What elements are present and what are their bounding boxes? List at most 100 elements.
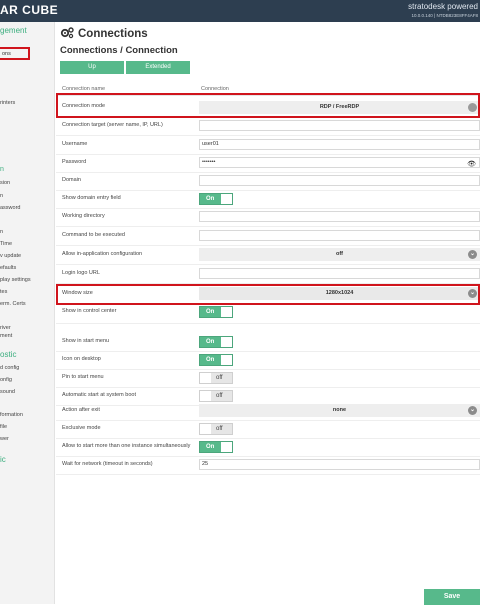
- toggle-state: On: [206, 357, 215, 363]
- inapp-config-label: Allow in-application configuration: [62, 251, 143, 257]
- eye-icon[interactable]: 👁: [467, 160, 476, 169]
- after-exit-label: Action after exit: [62, 407, 100, 413]
- control-center-toggle[interactable]: On: [199, 306, 233, 318]
- autostart-toggle[interactable]: off: [199, 390, 233, 402]
- sidebar-item-certs[interactable]: erm. Certs: [0, 301, 26, 307]
- working-directory-input[interactable]: [199, 211, 480, 222]
- chevron-down-icon: ⌄: [468, 406, 477, 415]
- domain-label: Domain: [62, 177, 81, 183]
- pin-start-toggle[interactable]: off: [199, 372, 233, 384]
- row-control-center: Show in control center On: [56, 303, 480, 324]
- sidebar-item-update[interactable]: v update: [0, 253, 21, 259]
- toggle-state: off: [216, 375, 223, 381]
- toggle-knob: [200, 373, 211, 383]
- sidebar-heading-misc: ic: [0, 455, 6, 464]
- page-title: Connections: [60, 27, 148, 42]
- gears-icon: [60, 27, 74, 42]
- toggle-state: On: [206, 196, 215, 202]
- show-domain-label: Show domain entry field: [62, 195, 121, 201]
- highlight-connection-mode: [56, 93, 480, 118]
- col-value-header: Connection: [201, 86, 229, 92]
- sidebar-item-n2[interactable]: n: [0, 229, 3, 235]
- toggle-state: On: [206, 339, 215, 345]
- sidebar-item-session[interactable]: sion: [0, 180, 10, 186]
- row-desktop-icon: Icon on desktop On: [56, 351, 480, 370]
- version-text: 10.0.0.140 | NTDB823E8FF4AF8: [411, 13, 478, 18]
- command-input[interactable]: [199, 230, 480, 241]
- sidebar-item-ment[interactable]: ment: [0, 333, 12, 339]
- password-label: Password: [62, 159, 87, 165]
- sidebar-item-power[interactable]: wer: [0, 436, 9, 442]
- sidebar-item-tes[interactable]: tes: [0, 289, 7, 295]
- page-title-text: Connections: [78, 28, 148, 40]
- sidebar-item-time[interactable]: Time: [0, 241, 12, 247]
- row-after-exit: Action after exit none ⌄: [56, 402, 480, 421]
- up-button[interactable]: Up: [60, 61, 124, 74]
- row-command: Command to be executed: [56, 227, 480, 246]
- after-exit-select[interactable]: none ⌄: [199, 404, 480, 417]
- toggle-knob: [221, 194, 232, 204]
- username-input[interactable]: user01: [199, 139, 480, 150]
- sidebar-item-n[interactable]: n: [0, 193, 3, 199]
- after-exit-value: none: [332, 407, 347, 413]
- exclusive-toggle[interactable]: off: [199, 423, 233, 435]
- autostart-label: Automatic start at system boot: [62, 392, 136, 398]
- sidebar-item-information[interactable]: formation: [0, 412, 23, 418]
- top-bar: AR CUBE stratodesk powered 10.0.0.140 | …: [0, 0, 480, 22]
- desktop-icon-toggle[interactable]: On: [199, 354, 233, 366]
- sidebar-heading-system: n: [0, 166, 4, 173]
- sidebar-item-password[interactable]: assword: [0, 205, 20, 211]
- connection-target-input[interactable]: [199, 120, 480, 131]
- row-username: Username user01: [56, 136, 480, 155]
- sidebar-item-display-settings[interactable]: play settings: [0, 277, 31, 283]
- toggle-knob: [221, 355, 232, 365]
- row-wait-network: Wait for network (timeout in seconds) 25: [56, 456, 480, 475]
- row-working-directory: Working directory: [56, 208, 480, 227]
- sidebar-item-config[interactable]: onfig: [0, 377, 12, 383]
- start-menu-toggle[interactable]: On: [199, 336, 233, 348]
- connection-target-label: Connection target (server name, IP, URL): [62, 122, 163, 128]
- multi-instance-toggle[interactable]: On: [199, 441, 233, 453]
- sidebar-item-defaults[interactable]: efaults: [0, 265, 16, 271]
- password-input[interactable]: ••••••• 👁: [199, 157, 480, 168]
- sidebar-heading-management: gement: [0, 26, 27, 35]
- save-button[interactable]: Save: [424, 589, 480, 605]
- sidebar-item-d-config[interactable]: d config: [0, 365, 19, 371]
- start-menu-label: Show in start menu: [62, 338, 110, 344]
- sidebar-item-connections[interactable]: ons: [0, 47, 30, 60]
- highlight-window-size: [56, 284, 480, 305]
- row-pin-start: Pin to start menu off: [56, 369, 480, 388]
- sidebar-item-file[interactable]: file: [0, 424, 7, 430]
- toggle-state: On: [206, 444, 215, 450]
- toggle-state: off: [216, 426, 223, 432]
- domain-input[interactable]: [199, 175, 480, 186]
- extended-button[interactable]: Extended: [126, 61, 190, 74]
- row-password: Password ••••••• 👁: [56, 154, 480, 173]
- logo-url-label: Login logo URL: [62, 270, 100, 276]
- sidebar-item-printers[interactable]: rinters: [0, 100, 15, 106]
- brand-logo: AR CUBE: [0, 3, 59, 17]
- desktop-icon-label: Icon on desktop: [62, 356, 101, 362]
- powered-text: stratodesk powered: [408, 2, 478, 11]
- exclusive-label: Exclusive mode: [62, 425, 101, 431]
- row-domain: Domain: [56, 172, 480, 191]
- username-label: Username: [62, 141, 88, 147]
- sidebar-item-sound[interactable]: sound: [0, 389, 15, 395]
- row-exclusive: Exclusive mode off: [56, 420, 480, 439]
- sidebar-item-driver[interactable]: river: [0, 325, 11, 331]
- row-multi-instance: Allow to start more than one instance si…: [56, 438, 480, 457]
- show-domain-toggle[interactable]: On: [199, 193, 233, 205]
- logo-url-input[interactable]: [199, 268, 480, 279]
- toggle-state: off: [216, 393, 223, 399]
- wait-network-input[interactable]: 25: [199, 459, 480, 470]
- working-directory-label: Working directory: [62, 213, 105, 219]
- pin-start-label: Pin to start menu: [62, 374, 104, 380]
- col-name-header: Connection name: [62, 86, 106, 92]
- inapp-config-select[interactable]: off ⌄: [199, 248, 480, 261]
- row-show-domain: Show domain entry field On: [56, 190, 480, 209]
- toggle-knob: [200, 424, 211, 434]
- control-center-label: Show in control center: [62, 308, 117, 314]
- sidebar: gement ons rinters n sion n assword n Ti…: [0, 22, 55, 604]
- multi-instance-label: Allow to start more than one instance si…: [62, 443, 191, 449]
- row-connection-target: Connection target (server name, IP, URL): [56, 117, 480, 136]
